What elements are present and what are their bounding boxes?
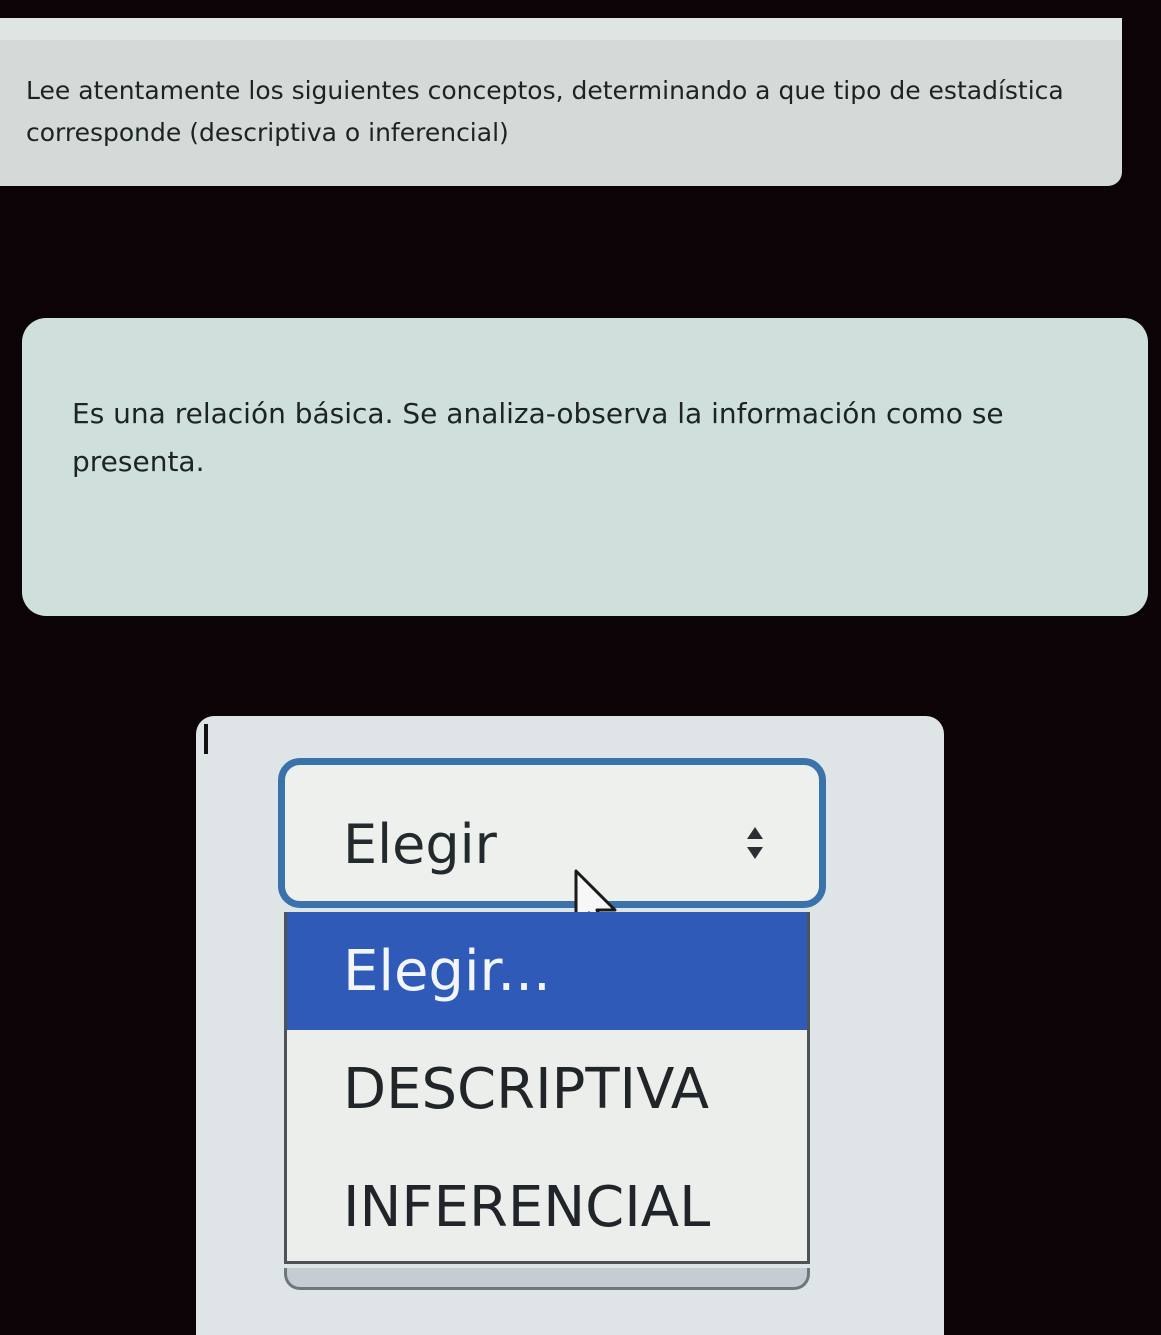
question-card: Es una relación básica. Se analiza-obser…: [22, 318, 1148, 616]
instruction-line-1: Lee atentamente los siguientes conceptos…: [26, 76, 1064, 105]
question-text: Es una relación básica. Se analiza-obser…: [72, 390, 1088, 486]
dropdown-list: Elegir... DESCRIPTIVA INFERENCIAL: [284, 912, 810, 1264]
question-line-1: Es una relación básica. Se analiza-obser…: [72, 397, 1004, 430]
answer-select[interactable]: Elegir: [278, 758, 826, 937]
screen: Lee atentamente los siguientes conceptos…: [0, 0, 1161, 1335]
option-label: INFERENCIAL: [343, 1174, 711, 1240]
answer-panel: Elegir Elegir... DESCRIPTIVA INFERENCIAL: [196, 716, 944, 1335]
option-inferencial[interactable]: INFERENCIAL: [287, 1148, 807, 1266]
option-descriptiva[interactable]: DESCRIPTIVA: [287, 1030, 807, 1148]
instruction-panel: Lee atentamente los siguientes conceptos…: [0, 18, 1122, 186]
select-current-value: Elegir: [343, 813, 497, 876]
updown-icon: [747, 827, 763, 859]
instruction-line-2: corresponde (descriptiva o inferencial): [26, 118, 509, 147]
question-line-2: presenta.: [72, 445, 205, 478]
option-label: Elegir...: [343, 938, 551, 1004]
option-elegir[interactable]: Elegir...: [287, 912, 807, 1030]
panel-edge-mark: [204, 724, 208, 754]
instruction-text: Lee atentamente los siguientes conceptos…: [26, 70, 1102, 154]
dropdown-list-bottom: [284, 1268, 810, 1290]
option-label: DESCRIPTIVA: [343, 1056, 710, 1122]
